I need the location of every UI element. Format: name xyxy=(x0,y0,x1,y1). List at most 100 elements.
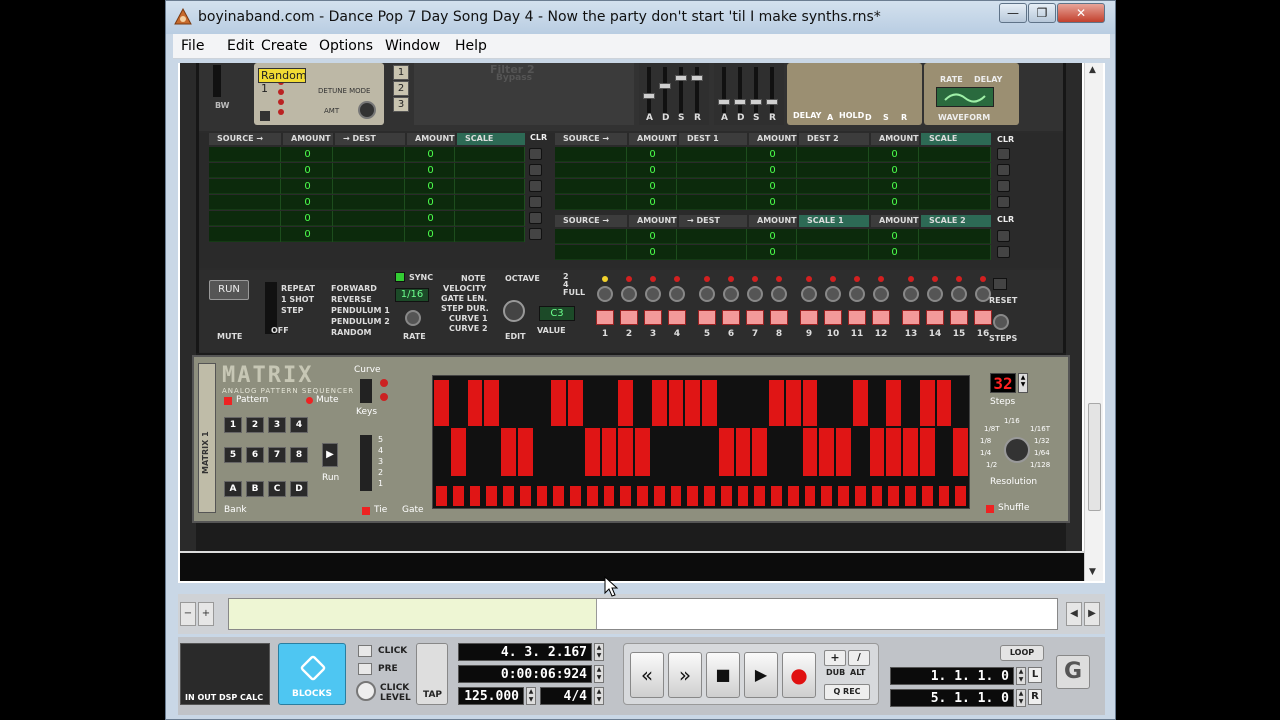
adsr2-r-slider[interactable] xyxy=(766,99,778,105)
grid-cell-bottom[interactable] xyxy=(501,428,516,476)
gate-cell[interactable] xyxy=(771,486,782,506)
right-locator-button[interactable]: R xyxy=(1028,689,1042,705)
mm-right-cell[interactable] xyxy=(555,179,627,194)
time-display[interactable]: 0:00:06:924 xyxy=(458,665,592,683)
grid-cell-bottom[interactable] xyxy=(434,428,449,476)
octave-switch[interactable] xyxy=(360,435,372,491)
grid-cell-top[interactable] xyxy=(467,380,483,426)
gate-cell[interactable] xyxy=(838,486,849,506)
mm-right-cell[interactable] xyxy=(799,147,869,162)
grid-cell-top[interactable] xyxy=(785,380,801,426)
mm-left-cell[interactable] xyxy=(209,147,281,162)
mm-right-cell[interactable] xyxy=(799,179,869,194)
dir-reverse[interactable]: REVERSE xyxy=(331,295,372,304)
mm-left-cell[interactable] xyxy=(209,179,281,194)
grid-cell-bottom[interactable] xyxy=(551,428,566,476)
mm-left-cell[interactable]: 0 xyxy=(283,195,333,210)
tempo-spinner[interactable]: ▲ ▼ xyxy=(526,687,536,705)
gate-cell[interactable] xyxy=(754,486,765,506)
grid-cell-top[interactable] xyxy=(752,380,767,426)
mm-left-cell[interactable] xyxy=(457,163,525,178)
loop-button[interactable]: LOOP xyxy=(1000,645,1044,661)
grid-cell-top[interactable] xyxy=(434,380,449,426)
slash-button[interactable]: / xyxy=(848,650,870,666)
mm-left-cell[interactable] xyxy=(209,195,281,210)
dir-pendulum1[interactable]: PENDULUM 1 xyxy=(331,306,390,315)
gate-cell[interactable] xyxy=(871,486,883,506)
record-button[interactable]: ● xyxy=(782,652,816,698)
mm-right-cell[interactable]: 0 xyxy=(629,229,677,244)
step-pad[interactable] xyxy=(848,310,866,325)
grid-cell-bottom[interactable] xyxy=(651,428,667,476)
mm-left-cell[interactable] xyxy=(335,195,405,210)
adsr1-r-slider[interactable] xyxy=(691,75,703,81)
grid-cell-top[interactable] xyxy=(836,380,851,426)
grid-cell-top[interactable] xyxy=(651,380,667,426)
edit-note[interactable]: NOTE xyxy=(461,274,485,283)
grid-cell-bottom[interactable] xyxy=(484,428,499,476)
bw-slider[interactable] xyxy=(213,65,221,97)
pattern-key[interactable]: 6 xyxy=(246,447,264,463)
pre-checkbox[interactable] xyxy=(358,663,372,675)
clr-button[interactable] xyxy=(529,212,542,224)
clr-button[interactable] xyxy=(997,164,1010,176)
mm-left-cell[interactable] xyxy=(209,163,281,178)
mm-right-cell[interactable] xyxy=(921,195,991,210)
edit-curve2[interactable]: CURVE 2 xyxy=(449,324,488,333)
gate-cell[interactable] xyxy=(637,486,648,506)
bank-key[interactable]: A xyxy=(224,481,242,497)
reason-g-button[interactable]: G xyxy=(1056,655,1090,689)
resolution-option[interactable]: 1/4 xyxy=(980,449,991,457)
step-knob[interactable] xyxy=(669,286,685,302)
steps-spinner[interactable]: ▲ ▼ xyxy=(1018,373,1028,393)
step-knob[interactable] xyxy=(801,286,817,302)
osc-button[interactable] xyxy=(260,111,270,121)
scroll-down-icon[interactable]: ▼ xyxy=(1089,567,1096,577)
edit-velocity[interactable]: VELOCITY xyxy=(443,284,486,293)
mm-left-cell[interactable] xyxy=(457,179,525,194)
fast-forward-button[interactable]: » xyxy=(668,652,702,698)
step-pad[interactable] xyxy=(668,310,686,325)
gate-cell[interactable] xyxy=(938,486,950,506)
dir-random[interactable]: RANDOM xyxy=(331,328,371,337)
grid-cell-bottom[interactable] xyxy=(936,428,952,476)
rate-knob[interactable] xyxy=(405,310,421,326)
clr-button[interactable] xyxy=(529,196,542,208)
clr-button[interactable] xyxy=(997,246,1010,258)
mm-left-cell[interactable]: 0 xyxy=(407,147,455,162)
position-display[interactable]: 4. 3. 2.167 xyxy=(458,643,592,661)
pattern-key[interactable]: 5 xyxy=(224,447,242,463)
step-pad[interactable] xyxy=(824,310,842,325)
step-knob[interactable] xyxy=(927,286,943,302)
edit-step-dur[interactable]: STEP DUR. xyxy=(441,304,489,313)
seq-run-button[interactable]: RUN xyxy=(209,280,249,300)
step-pad[interactable] xyxy=(800,310,818,325)
mm-right-cell[interactable] xyxy=(921,229,991,244)
gate-cell[interactable] xyxy=(553,486,564,506)
mm-left-cell[interactable]: 0 xyxy=(283,163,333,178)
grid-cell-bottom[interactable] xyxy=(702,428,717,476)
left-locator-display[interactable]: 1. 1. 1. 0 xyxy=(890,667,1014,685)
grid-cell-top[interactable] xyxy=(936,380,952,426)
minimize-button[interactable]: — xyxy=(999,3,1027,23)
mm-right-cell[interactable] xyxy=(799,229,869,244)
grid-cell-top[interactable] xyxy=(903,380,918,426)
grid-cell-top[interactable] xyxy=(685,380,700,426)
grid-cell-top[interactable] xyxy=(551,380,566,426)
steps-display[interactable]: 32 xyxy=(990,373,1016,393)
step-knob[interactable] xyxy=(597,286,613,302)
grid-cell-top[interactable] xyxy=(919,380,935,426)
step-knob[interactable] xyxy=(903,286,919,302)
grid-cell-top[interactable] xyxy=(450,380,466,426)
navigator-selection[interactable] xyxy=(229,599,597,629)
zoom-out-icon[interactable]: − xyxy=(180,602,196,626)
grid-cell-top[interactable] xyxy=(702,380,717,426)
gate-cell[interactable] xyxy=(586,486,598,506)
navigator-bar[interactable] xyxy=(228,598,1058,630)
gate-cell[interactable] xyxy=(620,486,631,506)
osc-button-1[interactable]: 1 xyxy=(393,65,409,80)
resolution-knob[interactable] xyxy=(1004,437,1030,463)
mm-right-cell[interactable] xyxy=(555,229,627,244)
stop-button[interactable]: ■ xyxy=(706,652,740,698)
mm-right-cell[interactable]: 0 xyxy=(629,163,677,178)
